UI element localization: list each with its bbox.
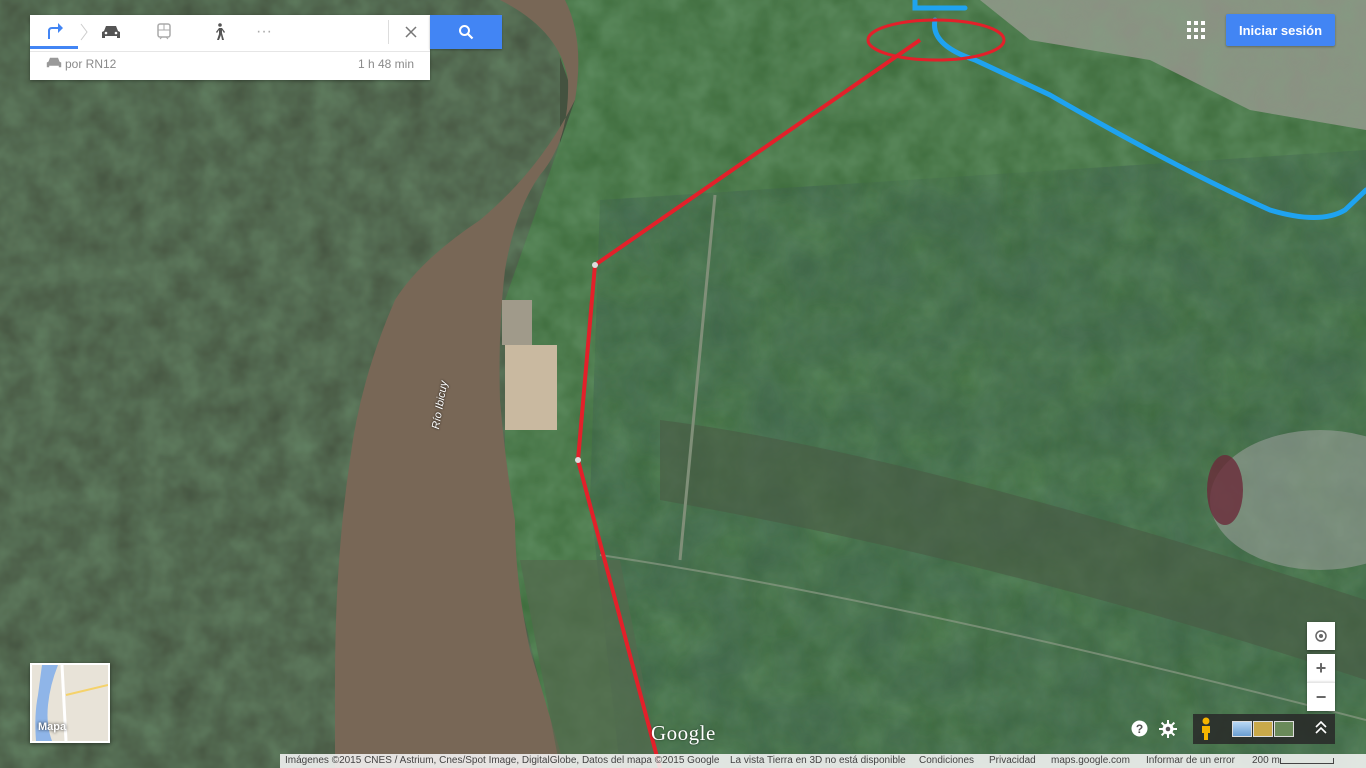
scale-bar xyxy=(1280,758,1334,764)
walking-tab[interactable] xyxy=(200,15,238,49)
search-icon xyxy=(459,25,474,40)
search-button[interactable] xyxy=(430,15,502,49)
privacy-link[interactable]: Privacidad xyxy=(989,755,1036,766)
signin-button[interactable]: Iniciar sesión xyxy=(1226,14,1335,46)
svg-text:?: ? xyxy=(1136,722,1143,736)
layer-thumb-photos[interactable] xyxy=(1253,721,1273,737)
route-time: 1 h 48 min xyxy=(357,57,414,71)
sand-deposit-2 xyxy=(502,300,532,345)
help-icon[interactable]: ? xyxy=(1131,720,1148,737)
terms-link[interactable]: Condiciones xyxy=(919,755,974,766)
expand-up-icon[interactable] xyxy=(1315,721,1327,735)
junction-marker-2 xyxy=(575,457,581,463)
scale-label[interactable]: 200 m xyxy=(1252,755,1280,766)
car-icon xyxy=(102,26,120,38)
map-type-toggle[interactable]: Mapa xyxy=(30,663,110,743)
layer-thumb-terrain[interactable] xyxy=(1274,721,1294,737)
my-location-button[interactable] xyxy=(1307,622,1335,650)
zoom-out-button[interactable]: − xyxy=(1307,682,1335,711)
directions-icon xyxy=(48,22,63,39)
transit-tab[interactable] xyxy=(145,15,183,49)
location-icon xyxy=(1315,630,1327,642)
travel-mode-row: ··· xyxy=(30,15,430,52)
sand-deposit xyxy=(505,345,557,430)
zoom-in-button[interactable]: + xyxy=(1307,654,1335,682)
dark-red-patch xyxy=(1207,455,1243,525)
layer-thumb-sky[interactable] xyxy=(1232,721,1252,737)
imagery-credit: Imágenes ©2015 CNES / Astrium, Cnes/Spot… xyxy=(285,755,720,766)
satellite-map[interactable] xyxy=(0,0,1366,768)
footer-bar: Imágenes ©2015 CNES / Astrium, Cnes/Spot… xyxy=(280,754,1366,768)
map-type-label: Mapa xyxy=(38,721,67,733)
walk-icon xyxy=(216,23,225,40)
junction-marker xyxy=(592,262,598,268)
earth-3d-notice: La vista Tierra en 3D no está disponible xyxy=(730,755,906,766)
site-link[interactable]: maps.google.com xyxy=(1051,755,1130,766)
route-summary[interactable]: por RN12 1 h 48 min xyxy=(30,55,430,75)
route-via: por RN12 xyxy=(65,57,117,71)
more-modes-icon[interactable]: ··· xyxy=(245,15,283,49)
transit-icon xyxy=(157,23,171,40)
directions-panel: ··· por RN12 1 h 48 min xyxy=(30,15,430,80)
divider xyxy=(388,20,389,44)
driving-tab[interactable] xyxy=(92,15,130,49)
google-logo: Google xyxy=(651,721,716,745)
best-route-tab[interactable] xyxy=(30,15,78,49)
car-small-icon xyxy=(46,56,62,72)
pegman-icon[interactable] xyxy=(1198,717,1214,741)
chevron-right-icon xyxy=(78,15,90,49)
report-error-link[interactable]: Informar de un error xyxy=(1146,755,1235,766)
apps-grid-icon[interactable] xyxy=(1187,21,1205,39)
close-button[interactable] xyxy=(392,15,430,49)
gear-icon[interactable] xyxy=(1159,720,1177,738)
close-icon xyxy=(405,26,417,38)
